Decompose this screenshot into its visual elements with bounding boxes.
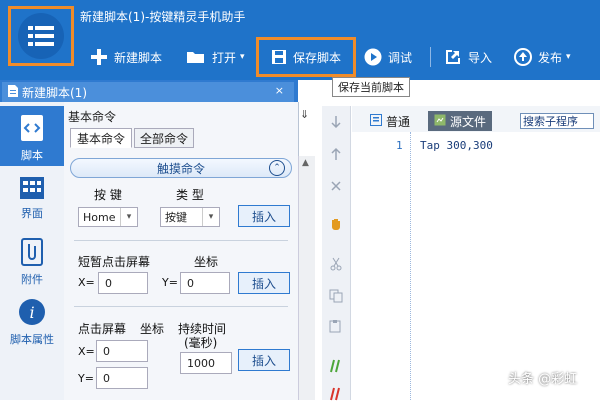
tab-basic-commands[interactable]: 基本命令	[70, 128, 132, 148]
chevron-down-icon: ▾	[240, 52, 245, 62]
cut-icon[interactable]	[328, 256, 344, 272]
press-label: 点击屏幕	[78, 322, 127, 336]
press-y-field[interactable]: 0	[96, 367, 148, 389]
sidebar-item-properties[interactable]: i 脚本属性	[0, 298, 64, 352]
tab-label: 新建脚本(1)	[22, 85, 87, 100]
x-label: X=	[78, 345, 95, 358]
code-line[interactable]: Tap 300,300	[420, 139, 493, 152]
panel-scrollbar[interactable]: ▲	[298, 156, 315, 400]
type-select[interactable]: 按键 ▾	[160, 207, 220, 227]
source-file-icon	[434, 114, 446, 129]
panel-title: 基本命令	[68, 110, 117, 124]
sidebar-item-label: 脚本属性	[10, 333, 54, 346]
tab-all-commands[interactable]: 全部命令	[134, 128, 194, 148]
press-x-field[interactable]: 0	[96, 340, 148, 362]
type-value: 按键	[165, 211, 187, 224]
upload-icon	[514, 48, 532, 66]
save-script-button[interactable]: 保存脚本	[256, 37, 356, 77]
close-tab-icon[interactable]: ×	[275, 84, 284, 97]
gutter-line	[410, 132, 412, 400]
type-label: 类 型	[176, 188, 204, 202]
scroll-up-icon[interactable]: ▲	[302, 158, 309, 168]
save-tooltip: 保存当前脚本	[332, 77, 410, 97]
coord-label: 坐标	[194, 255, 219, 269]
subroutine-search-input[interactable]	[520, 113, 594, 129]
folder-icon	[186, 49, 206, 65]
insert-press-button[interactable]: 插入	[238, 349, 290, 371]
collapse-icon[interactable]: ⌃	[269, 160, 285, 176]
ui-grid-icon	[19, 176, 45, 203]
sidebar-item-label: 脚本	[21, 149, 43, 162]
section-label: 触摸命令	[156, 161, 205, 176]
save-script-label: 保存脚本	[292, 50, 341, 65]
svg-text:i: i	[29, 303, 34, 322]
import-label: 导入	[468, 50, 493, 65]
attachment-icon	[21, 238, 43, 269]
mode-normal-label: 普通	[386, 115, 411, 129]
publish-label: 发布	[538, 50, 563, 65]
y-label: Y=	[78, 372, 94, 385]
delete-icon[interactable]	[328, 178, 344, 194]
mode-source-button[interactable]: 源文件	[428, 111, 493, 131]
x-label: X=	[78, 276, 95, 289]
key-select[interactable]: Home ▾	[78, 207, 138, 227]
publish-button[interactable]: 发布 ▾	[514, 41, 571, 73]
tap-label: 短暂点击屏幕	[78, 255, 151, 269]
copy-icon[interactable]	[328, 288, 344, 304]
line-number: 1	[396, 139, 403, 152]
sidebar-item-attachment[interactable]: 附件	[0, 238, 64, 290]
chevron-down-icon: ▾	[566, 52, 571, 62]
press-coord-label: 坐标	[140, 322, 165, 336]
tap-y-field[interactable]: 0	[180, 272, 230, 294]
toolbar-divider	[430, 47, 431, 67]
move-up-icon[interactable]	[328, 146, 344, 162]
divider	[74, 240, 288, 241]
mode-source-label: 源文件	[450, 114, 487, 129]
import-button[interactable]: 导入	[444, 41, 492, 73]
main-menu-button[interactable]	[8, 6, 74, 66]
debug-label: 调试	[388, 50, 413, 65]
paste-icon[interactable]	[328, 318, 344, 334]
y-label: Y=	[162, 276, 178, 289]
menu-icon	[18, 13, 64, 59]
import-icon	[444, 48, 462, 66]
code-editor[interactable]	[352, 132, 600, 400]
chevron-down-icon: ▾	[120, 208, 137, 226]
chevron-down-icon: ▾	[202, 208, 219, 226]
debug-button[interactable]: 调试	[364, 41, 412, 73]
touch-commands-header[interactable]: 触摸命令 ⌃	[70, 158, 292, 178]
watermark-text: 头条 @彩虹	[508, 372, 578, 387]
sidebar-item-label: 界面	[21, 207, 43, 220]
sidebar-item-ui[interactable]: 界面	[0, 176, 64, 226]
save-icon	[271, 49, 287, 65]
tap-x-field[interactable]: 0	[98, 272, 148, 294]
new-script-label: 新建脚本	[114, 50, 163, 65]
tab-new-script[interactable]: 新建脚本(1) ×	[2, 82, 294, 102]
list-view-icon	[370, 114, 382, 129]
insert-key-button[interactable]: 插入	[238, 205, 290, 227]
editor-side-toolbar	[322, 106, 351, 401]
script-icon	[19, 114, 45, 145]
mode-normal-button[interactable]: 普通	[370, 113, 410, 130]
plus-icon	[90, 48, 108, 66]
play-icon	[364, 48, 382, 66]
document-icon	[8, 84, 18, 100]
sidebar-item-label: 附件	[21, 273, 43, 286]
sidebar-item-script[interactable]: 脚本	[0, 106, 64, 166]
insert-tap-button[interactable]: 插入	[238, 272, 290, 294]
pin-icon[interactable]: ⇓	[300, 108, 309, 121]
open-button[interactable]: 打开 ▾	[186, 41, 245, 73]
open-label: 打开	[212, 50, 237, 65]
key-label: 按 键	[94, 188, 122, 202]
comment-icon[interactable]	[328, 358, 344, 374]
info-icon: i	[18, 298, 46, 329]
divider	[74, 306, 288, 307]
window-title: 新建脚本(1)-按键精灵手机助手	[80, 10, 246, 24]
key-value: Home	[83, 210, 116, 224]
duration-field[interactable]: 1000	[180, 352, 232, 374]
new-script-button[interactable]: 新建脚本	[90, 41, 162, 73]
duration-unit: (毫秒)	[184, 336, 218, 350]
move-down-icon[interactable]	[328, 114, 344, 130]
hand-icon[interactable]	[328, 216, 344, 232]
